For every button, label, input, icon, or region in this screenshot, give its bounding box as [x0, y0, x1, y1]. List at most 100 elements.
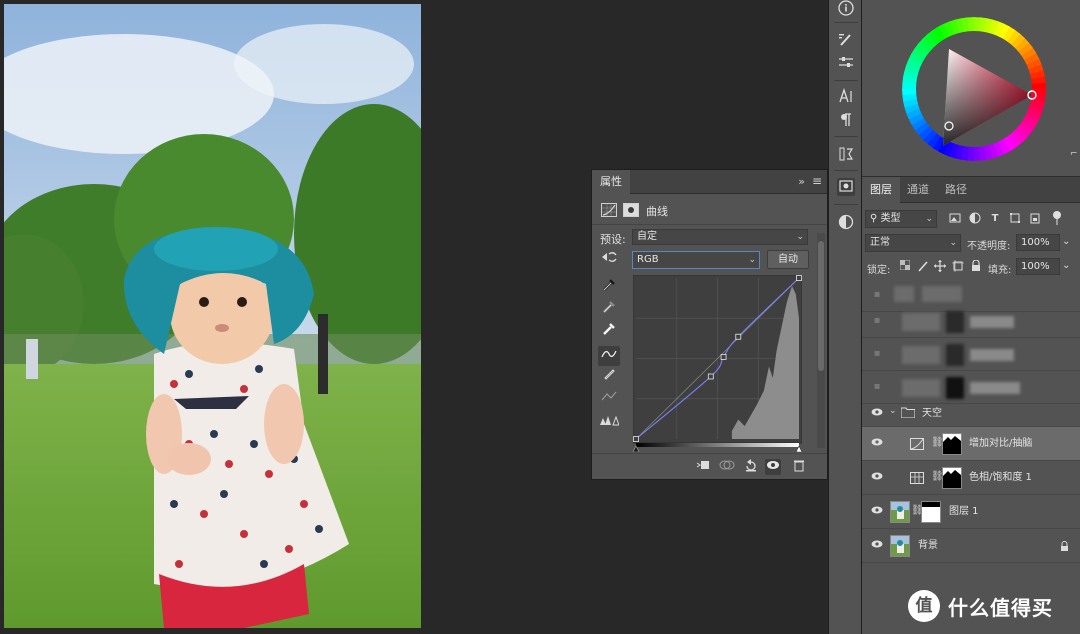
tab-properties[interactable]: 属性: [592, 170, 630, 194]
chevron-down-icon: ⌄: [748, 255, 756, 265]
chevron-down-icon: ⌄: [949, 238, 957, 248]
blend-mode-value: 正常: [870, 237, 890, 248]
document-canvas-photo[interactable]: [4, 4, 421, 628]
opacity-input[interactable]: 100%: [1016, 234, 1060, 251]
curves-adjustment-icon: [910, 438, 924, 453]
scrollbar-thumb[interactable]: [818, 241, 824, 371]
channel-value: RGB: [637, 254, 659, 265]
blend-mode-select[interactable]: 正常 ⌄: [865, 234, 961, 252]
tab-channels[interactable]: 通道: [899, 177, 937, 203]
curve-point[interactable]: [735, 333, 742, 340]
preset-select[interactable]: 自定 ⌄: [632, 229, 808, 245]
filter-smart-object-icon[interactable]: [1028, 212, 1042, 226]
filter-pixel-icon[interactable]: [948, 212, 962, 226]
lock-move-icon[interactable]: [933, 260, 947, 274]
curve-point[interactable]: [796, 275, 802, 281]
visibility-eye-icon[interactable]: [870, 495, 884, 529]
layer-row-curves[interactable]: ⛓ 增加对比/抽脑: [862, 427, 1080, 461]
lock-brush-icon[interactable]: [916, 260, 930, 274]
paragraph-icon[interactable]: [837, 112, 855, 130]
chevron-down-icon[interactable]: ⌄: [1062, 260, 1070, 271]
character-icon[interactable]: [837, 87, 855, 106]
lock-all-icon[interactable]: [969, 259, 983, 274]
layer-row-background[interactable]: 背景: [862, 529, 1080, 563]
visibility-eye-icon[interactable]: [870, 427, 884, 461]
clip-to-layer-icon[interactable]: [695, 459, 711, 475]
layer-row-blurred[interactable]: ▪: [862, 370, 1080, 404]
preset-value: 自定: [637, 231, 657, 242]
folder-icon: [900, 407, 916, 421]
lock-label: 锁定:: [867, 265, 891, 276]
auto-button[interactable]: 自动: [767, 250, 809, 269]
layer-mask-thumbnail[interactable]: [921, 501, 941, 523]
hue-saturation-icon: [910, 472, 924, 487]
wheel-menu-icon[interactable]: ⌐: [1070, 149, 1078, 159]
clipping-warning-icon[interactable]: [598, 412, 620, 432]
adjustments-icon[interactable]: [837, 214, 855, 232]
layer-name: 背景: [918, 540, 938, 551]
info-icon[interactable]: [837, 0, 855, 18]
visibility-eye-icon[interactable]: ▪: [870, 337, 884, 371]
curve-point-tool-icon[interactable]: [598, 346, 620, 366]
visibility-eye-icon[interactable]: [870, 461, 884, 495]
photo-image: [4, 4, 421, 628]
curves-graph[interactable]: [633, 275, 802, 452]
layer-filter-select[interactable]: ⚲ 类型 ⌄: [865, 210, 937, 228]
visibility-eye-icon[interactable]: [765, 459, 781, 475]
curve-point[interactable]: [720, 354, 727, 360]
right-panel: ⌐ 图层 通道 路径 ⚲ 类型 ⌄ T 正常 ⌄ 不透明度: 100% ⌄ 锁定…: [862, 0, 1080, 634]
layer-row-hue-saturation[interactable]: ⛓ 色相/饱和度 1: [862, 461, 1080, 495]
reset-icon[interactable]: [743, 459, 759, 475]
tab-layers[interactable]: 图层: [862, 177, 900, 203]
filter-kind-value: 类型: [880, 213, 901, 224]
properties-panel-icon[interactable]: [837, 178, 855, 196]
visibility-eye-icon[interactable]: ▪: [870, 370, 884, 404]
layer-thumbnail[interactable]: [890, 535, 910, 557]
tab-paths[interactable]: 路径: [937, 177, 975, 203]
fill-value: 100%: [1021, 261, 1050, 272]
layer-row-blurred[interactable]: ▪: [862, 304, 1080, 338]
collapse-icon[interactable]: »: [798, 175, 805, 188]
layer-mask-icon[interactable]: [623, 203, 639, 217]
layer-row-layer-1[interactable]: ⛓ 图层 1: [862, 495, 1080, 529]
curve-point[interactable]: [633, 436, 639, 442]
filter-toggle-icon[interactable]: [1050, 210, 1064, 225]
view-previous-state-icon[interactable]: [719, 459, 735, 475]
brush-settings-icon[interactable]: [837, 32, 855, 50]
black-point-eyedropper-icon[interactable]: [598, 278, 620, 298]
curve-point[interactable]: [707, 373, 714, 380]
chevron-down-icon[interactable]: ⌄: [1062, 236, 1070, 247]
trash-icon[interactable]: [791, 459, 807, 475]
color-wheel[interactable]: [902, 16, 1046, 162]
search-icon: ⚲: [870, 213, 878, 224]
fill-input[interactable]: 100%: [1016, 258, 1060, 275]
white-point-eyedropper-icon[interactable]: [598, 322, 620, 342]
visibility-eye-icon[interactable]: [870, 529, 884, 563]
layer-thumbnail[interactable]: [890, 501, 910, 523]
lock-artboard-icon[interactable]: [951, 260, 965, 274]
panel-menu-icon[interactable]: ≡: [812, 174, 822, 188]
layer-mask-thumbnail[interactable]: [942, 467, 962, 489]
gray-point-eyedropper-icon[interactable]: [598, 300, 620, 320]
watermark-logo: 值: [908, 590, 940, 622]
filter-type-icon[interactable]: T: [988, 212, 1002, 226]
properties-scrollbar[interactable]: [817, 233, 825, 448]
filter-adjustment-icon[interactable]: [968, 212, 982, 226]
lock-transparent-icon[interactable]: [898, 259, 912, 274]
pencil-tool-icon[interactable]: [598, 367, 620, 387]
layer-group-row[interactable]: ⌄ 天空: [862, 401, 1080, 427]
layers-tabbar: 图层 通道 路径: [862, 177, 1080, 203]
preset-label: 预设:: [600, 233, 626, 246]
visibility-eye-icon[interactable]: ▪: [870, 304, 884, 338]
layer-row-blurred[interactable]: ▪: [862, 337, 1080, 371]
glyphs-icon[interactable]: [837, 146, 855, 164]
on-image-adjust-icon[interactable]: [598, 250, 620, 270]
layer-mask-thumbnail[interactable]: [942, 433, 962, 455]
properties-panel: 属性 » ≡ 曲线 预设: 自定 ⌄ RGB ⌄ 自动: [591, 169, 828, 480]
channel-select[interactable]: RGB ⌄: [632, 251, 760, 269]
curves-adjustment-icon[interactable]: [601, 203, 617, 217]
chevron-down-icon[interactable]: ⌄: [889, 406, 897, 416]
adjustment-sliders-icon[interactable]: [837, 54, 855, 72]
filter-shape-icon[interactable]: [1008, 212, 1022, 226]
smooth-curve-icon[interactable]: [598, 388, 620, 408]
